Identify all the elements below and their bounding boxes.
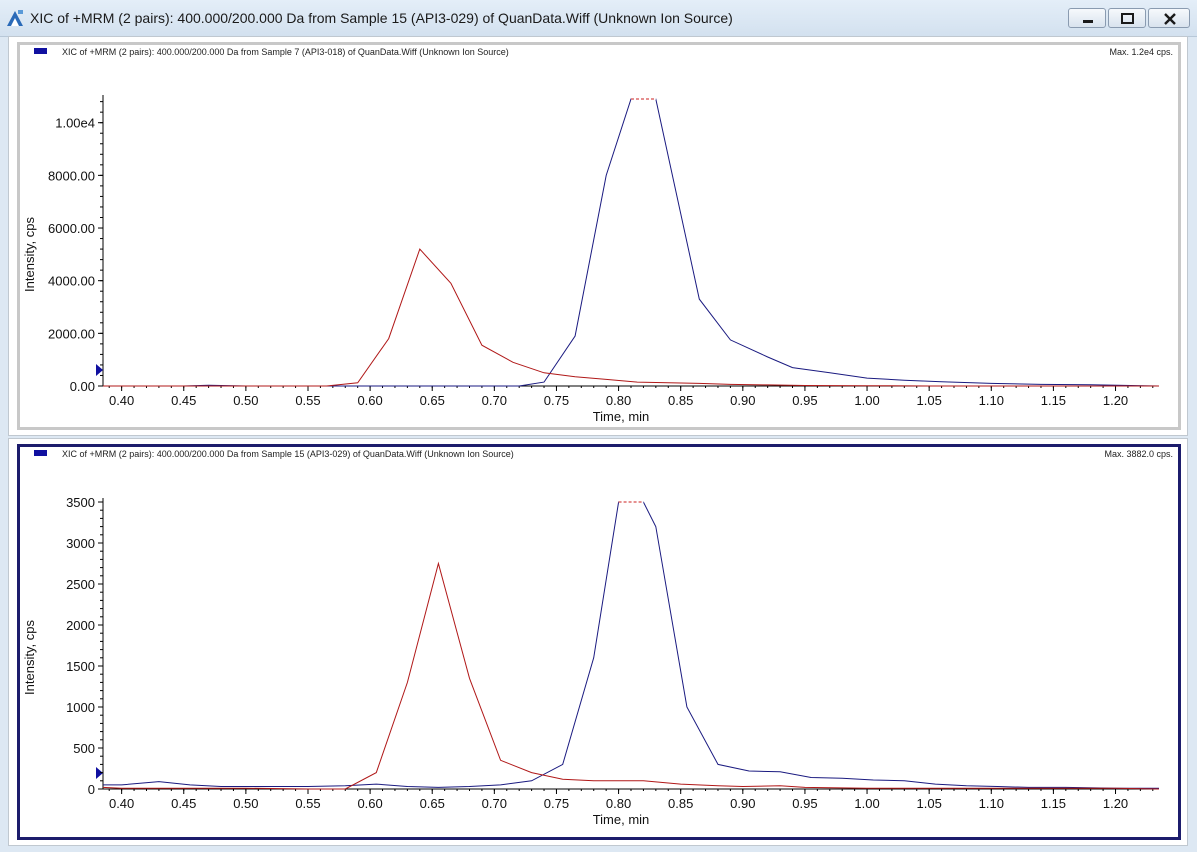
chart-0-xtick-label: 0.70 — [482, 393, 507, 408]
maximize-button[interactable] — [1108, 8, 1146, 28]
chart-1-xtick-label: 0.70 — [482, 796, 507, 811]
close-button[interactable] — [1148, 8, 1190, 28]
chart-0-xtick-label: 0.60 — [357, 393, 382, 408]
chart-0-xtick-label: 1.05 — [917, 393, 942, 408]
chart-0-ytick-label: 6000.00 — [48, 221, 95, 236]
chart-0-ytick-label: 0.00 — [70, 379, 95, 394]
chart-1-xtick-label: 1.00 — [854, 796, 879, 811]
chart-pane-top[interactable]: XIC of +MRM (2 pairs): 400.000/200.000 D… — [8, 36, 1188, 436]
chart-1-xtick-label: 0.40 — [109, 796, 134, 811]
chart-0-xtick-label: 0.85 — [668, 393, 693, 408]
chart-0-ytick-label: 4000.00 — [48, 274, 95, 289]
chart-0-max-label: Max. 1.2e4 cps. — [1109, 47, 1173, 57]
title-bar[interactable]: XIC of +MRM (2 pairs): 400.000/200.000 D… — [0, 0, 1197, 37]
chart-1-xtick-label: 0.65 — [420, 796, 445, 811]
chart-0-xtick-label: 0.90 — [730, 393, 755, 408]
chart-1-legend-marker — [34, 450, 47, 456]
chart-0-xtick-label: 0.65 — [420, 393, 445, 408]
chart-1-x-axis-label: Time, min — [593, 812, 650, 827]
chart-0-xtick-label: 0.95 — [792, 393, 817, 408]
chart-1-max-label: Max. 3882.0 cps. — [1104, 449, 1173, 459]
chart-0-xtick-label: 1.15 — [1041, 393, 1066, 408]
chart-0-xtick-label: 0.75 — [544, 393, 569, 408]
close-icon — [1164, 13, 1176, 25]
chart-0-baseline-marker[interactable] — [96, 364, 103, 376]
chart-1-ytick-label: 3500 — [66, 495, 95, 510]
chart-0-legend-marker — [34, 48, 47, 54]
chart-1-xtick-label: 1.10 — [979, 796, 1004, 811]
chart-1-series-0-line — [103, 501, 1159, 789]
chart-0-xtick-label: 0.55 — [295, 393, 320, 408]
chart-1-xtick-label: 0.45 — [171, 796, 196, 811]
window-title: XIC of +MRM (2 pairs): 400.000/200.000 D… — [30, 10, 733, 26]
chart-0-series-0-line — [103, 98, 1160, 387]
chart-0-ytick-label: 8000.00 — [48, 168, 95, 183]
chart-1-header: XIC of +MRM (2 pairs): 400.000/200.000 D… — [62, 449, 514, 459]
chart-0-xtick-label: 1.10 — [979, 393, 1004, 408]
chart-1-xtick-label: 1.15 — [1041, 796, 1066, 811]
chart-1-xtick-label: 0.75 — [544, 796, 569, 811]
chart-0-xtick-label: 0.50 — [233, 393, 258, 408]
chart-1-xtick-label: 0.80 — [606, 796, 631, 811]
chart-1-xtick-label: 0.85 — [668, 796, 693, 811]
minimize-icon — [1083, 20, 1093, 23]
chart-1-ytick-label: 500 — [73, 741, 95, 756]
chart-1-xtick-label: 0.90 — [730, 796, 755, 811]
chart-1-ytick-label: 1000 — [66, 700, 95, 715]
chart-1-ytick-label: 0 — [88, 782, 95, 797]
chart-1-xtick-label: 1.20 — [1103, 796, 1128, 811]
chart-1-y-axis-label: Intensity, cps — [22, 620, 37, 695]
maximize-icon — [1121, 13, 1134, 24]
chart-1-xtick-label: 0.50 — [233, 796, 258, 811]
chart-0-xtick-label: 0.80 — [606, 393, 631, 408]
chart-pane-bottom[interactable]: XIC of +MRM (2 pairs): 400.000/200.000 D… — [8, 438, 1188, 846]
chart-0-ytick-label: 1.00e4 — [55, 116, 95, 131]
chart-0-xtick-label: 1.00 — [854, 393, 879, 408]
xic-chart-bottom[interactable]: XIC of +MRM (2 pairs): 400.000/200.000 D… — [9, 439, 1187, 845]
chart-0-xtick-label: 0.40 — [109, 393, 134, 408]
chart-1-ytick-label: 3000 — [66, 536, 95, 551]
chart-1-xtick-label: 0.55 — [295, 796, 320, 811]
chart-1-series-1-line — [102, 561, 1160, 790]
chart-1-xtick-label: 1.05 — [917, 796, 942, 811]
chart-0-x-axis-label: Time, min — [593, 409, 650, 424]
xic-chart-top[interactable]: XIC of +MRM (2 pairs): 400.000/200.000 D… — [9, 37, 1187, 435]
chart-0-y-axis-label: Intensity, cps — [22, 217, 37, 292]
chart-0-ytick-label: 2000.00 — [48, 326, 95, 341]
minimize-button[interactable] — [1068, 8, 1106, 28]
chart-0-header: XIC of +MRM (2 pairs): 400.000/200.000 D… — [62, 47, 509, 57]
analyst-app-icon — [7, 10, 23, 26]
chart-0-xtick-label: 1.20 — [1103, 393, 1128, 408]
chart-1-xtick-label: 0.95 — [792, 796, 817, 811]
app-window: XIC of +MRM (2 pairs): 400.000/200.000 D… — [0, 0, 1197, 852]
chart-1-ytick-label: 2500 — [66, 577, 95, 592]
chart-1-ytick-label: 1500 — [66, 659, 95, 674]
chart-1-ytick-label: 2000 — [66, 618, 95, 633]
chart-0-series-1-line — [103, 248, 1159, 387]
chart-1-xtick-label: 0.60 — [357, 796, 382, 811]
chart-0-xtick-label: 0.45 — [171, 393, 196, 408]
